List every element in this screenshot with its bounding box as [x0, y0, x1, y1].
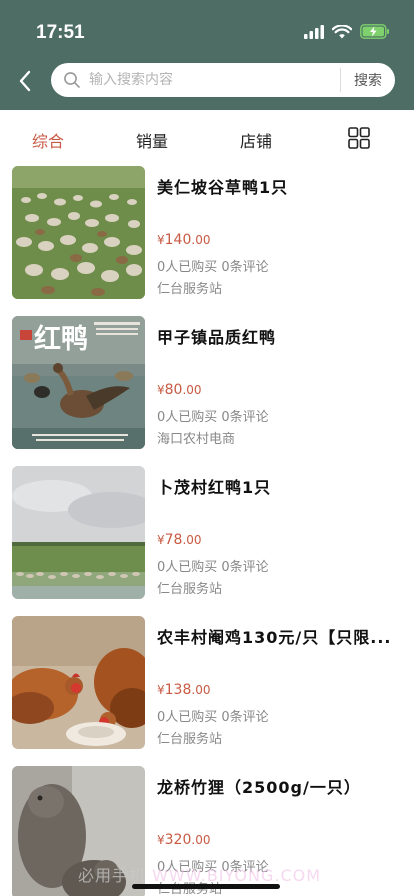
product-price: ¥78.00	[157, 532, 202, 548]
grid-icon[interactable]	[348, 127, 370, 149]
product-shop: 海口农村电商	[157, 432, 236, 447]
product-price: ¥80.00	[157, 382, 202, 398]
status-icons	[304, 24, 390, 39]
product-shop: 仁台服务站	[157, 582, 223, 597]
search-input[interactable]	[89, 72, 340, 88]
product-image-grassland	[12, 466, 145, 599]
product-item[interactable]: 农丰村阉鸡130元/只【只限... ¥138.00 0人已购买 0条评论 仁台服…	[0, 616, 414, 766]
product-image-chicken	[12, 616, 145, 749]
product-price: ¥320.00	[157, 832, 211, 848]
header-bar: 17:51 搜索	[0, 0, 414, 110]
signal-icon	[304, 24, 324, 39]
status-time: 17:51	[36, 22, 85, 43]
product-title: 美仁坡谷草鸭1只	[157, 178, 289, 197]
product-item[interactable]: 红鸭 甲子镇品质红鸭 ¥80.00 0人已购买 0条评论 海口农村电商	[0, 316, 414, 466]
chevron-left-icon	[19, 70, 31, 92]
product-title: 龙桥竹狸（2500g/一只）	[157, 778, 361, 797]
red-duck-image-text: 红鸭	[34, 323, 88, 355]
search-box: 搜索	[51, 63, 395, 97]
wifi-icon	[332, 24, 352, 38]
tab-sales[interactable]: 销量	[136, 128, 168, 152]
product-stats: 0人已购买 0条评论	[157, 260, 269, 275]
product-item[interactable]: 卜茂村红鸭1只 ¥78.00 0人已购买 0条评论 仁台服务站	[0, 466, 414, 616]
product-stats: 0人已购买 0条评论	[157, 710, 269, 725]
battery-icon	[360, 24, 389, 39]
search-button[interactable]: 搜索	[341, 70, 395, 90]
product-image-red-duck: 红鸭	[12, 316, 145, 449]
watermark: 必用手机 WWW.BIYONG.COM	[78, 866, 322, 885]
product-item[interactable]: 美仁坡谷草鸭1只 ¥140.00 0人已购买 0条评论 仁台服务站	[0, 166, 414, 316]
product-stats: 0人已购买 0条评论	[157, 560, 269, 575]
product-shop: 仁台服务站	[157, 732, 223, 747]
back-button[interactable]	[12, 66, 38, 96]
product-title: 农丰村阉鸡130元/只【只限...	[157, 628, 392, 647]
product-title: 甲子镇品质红鸭	[157, 328, 277, 347]
product-image-duck-flock	[12, 166, 145, 299]
tab-shops[interactable]: 店铺	[240, 128, 272, 152]
search-icon	[64, 72, 80, 88]
home-indicator[interactable]	[132, 884, 280, 889]
product-title: 卜茂村红鸭1只	[157, 478, 272, 497]
product-price: ¥138.00	[157, 682, 211, 698]
product-shop: 仁台服务站	[157, 282, 223, 297]
product-stats: 0人已购买 0条评论	[157, 410, 269, 425]
product-price: ¥140.00	[157, 232, 211, 248]
tab-comprehensive[interactable]: 综合	[32, 128, 64, 152]
